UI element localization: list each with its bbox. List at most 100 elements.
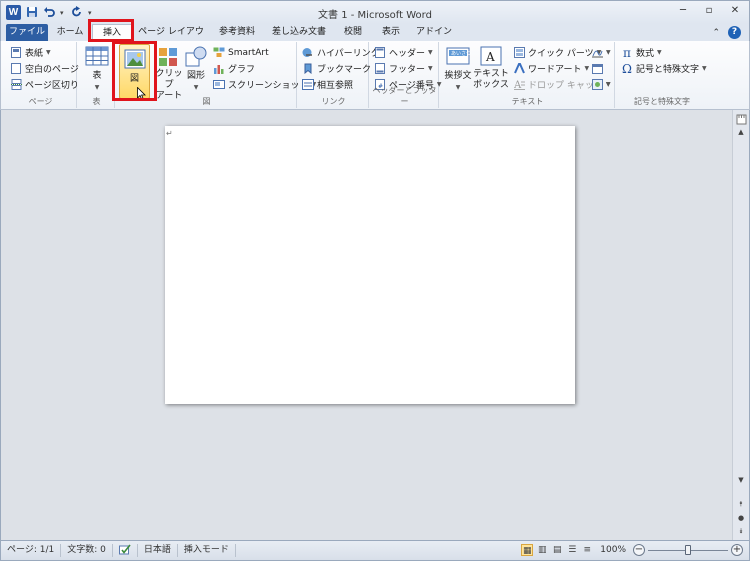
textbox-icon: A xyxy=(478,45,504,69)
quick-parts-label: クイック パーツ xyxy=(528,49,594,59)
status-bar: ページ: 1/1 文字数: 0 日本語 挿入モード ▦ ▥ ▤ ☰ ≡ 100%… xyxy=(0,540,750,561)
symbol-label: 記号と特殊文字 xyxy=(636,65,700,75)
dropdown-arrow-icon: ▼ xyxy=(428,49,433,56)
omega-icon: Ω xyxy=(622,61,632,76)
tab-references[interactable]: 参考資料 xyxy=(213,24,261,41)
insert-mode-indicator[interactable]: 挿入モード xyxy=(178,544,236,557)
clipart-button[interactable]: クリップ アート xyxy=(154,45,184,102)
hyperlink-button[interactable]: ハイパーリンク xyxy=(302,45,380,60)
equation-button[interactable]: π 数式 ▼ xyxy=(621,45,662,60)
language-indicator[interactable]: 日本語 xyxy=(138,544,178,557)
ruler-toggle-icon[interactable] xyxy=(735,114,747,126)
dropdown-arrow-icon: ▼ xyxy=(606,49,611,56)
blank-page-icon xyxy=(10,62,22,75)
dropdown-arrow-icon: ▼ xyxy=(606,81,611,88)
table-icon xyxy=(84,45,110,69)
ribbon-right-icons: ⌃ ? xyxy=(712,26,741,39)
table-label: 表 xyxy=(92,71,102,81)
signature-line-button[interactable]: ▼ xyxy=(591,45,611,60)
web-layout-view-icon[interactable]: ▤ xyxy=(551,544,563,556)
dropdown-arrow-icon: ▼ xyxy=(657,49,662,56)
zoom-slider[interactable] xyxy=(648,544,728,556)
group-label-links: リンク xyxy=(321,97,346,106)
scroll-up-icon[interactable]: ▲ xyxy=(733,126,749,138)
footer-button[interactable]: フッター ▼ xyxy=(374,61,433,76)
chart-button[interactable]: グラフ xyxy=(213,61,255,76)
date-time-button[interactable] xyxy=(591,61,603,76)
smartart-label: SmartArt xyxy=(228,47,269,58)
zoom-out-icon[interactable]: − xyxy=(633,544,645,556)
footer-icon xyxy=(374,62,386,75)
wordart-label: ワードアート xyxy=(528,65,582,75)
vertical-scrollbar[interactable]: ▲ ▼ ⯭ ● ⯯ xyxy=(732,110,750,540)
dropdown-arrow-icon: ▼ xyxy=(94,84,100,91)
dropdown-arrow-icon: ▼ xyxy=(193,84,199,91)
quick-parts-button[interactable]: クイック パーツ ▼ xyxy=(513,45,601,60)
tab-insert[interactable]: 挿入 xyxy=(92,24,132,41)
view-zoom-controls: ▦ ▥ ▤ ☰ ≡ 100% − + xyxy=(521,544,743,556)
dropdown-arrow-icon: ▼ xyxy=(584,65,590,72)
minimize-ribbon-icon[interactable]: ⌃ xyxy=(712,28,720,38)
blank-page-label: 空白のページ xyxy=(25,65,79,75)
page-break-icon xyxy=(10,78,22,91)
help-icon[interactable]: ? xyxy=(728,26,741,39)
previous-page-icon[interactable]: ⯭ xyxy=(733,498,749,510)
cross-reference-button[interactable]: 相互参照 xyxy=(302,77,353,92)
group-text: あいさつ 挨拶文 ▼ A テキスト ボックス クイック パーツ ▼ ワードアート ▼ … xyxy=(441,42,615,108)
page-break-button[interactable]: ページ区切り xyxy=(10,77,79,92)
insert-object-icon xyxy=(591,78,603,91)
header-button[interactable]: ヘッダー ▼ xyxy=(374,45,433,60)
proofing-icon[interactable] xyxy=(113,544,138,557)
tab-file[interactable]: ファイル xyxy=(6,24,48,41)
smartart-button[interactable]: SmartArt xyxy=(213,45,269,60)
greeting-button[interactable]: あいさつ 挨拶文 ▼ xyxy=(443,45,473,93)
screenshot-icon xyxy=(213,79,225,91)
close-button[interactable]: ✕ xyxy=(729,5,741,17)
table-button[interactable]: 表 ▼ xyxy=(83,45,111,93)
cover-page-button[interactable]: 表紙 ▼ xyxy=(10,45,51,60)
tab-view[interactable]: 表示 xyxy=(375,24,407,41)
tab-home[interactable]: ホーム xyxy=(53,24,87,41)
page-count[interactable]: ページ: 1/1 xyxy=(1,544,62,557)
tab-addins[interactable]: アドイン xyxy=(415,24,453,41)
zoom-slider-thumb[interactable] xyxy=(685,545,691,555)
picture-button[interactable]: 図 xyxy=(119,44,150,101)
tab-mailings[interactable]: 差し込み文書 xyxy=(269,24,329,41)
zoom-in-icon[interactable]: + xyxy=(731,544,743,556)
dropdown-arrow-icon: ▼ xyxy=(702,65,707,72)
insert-object-button[interactable]: ▼ xyxy=(591,77,611,92)
dropdown-arrow-icon: ▼ xyxy=(46,49,51,56)
shapes-icon xyxy=(183,45,209,69)
document-page[interactable]: ↵ xyxy=(165,126,575,404)
window-controls: ─ ▫ ✕ xyxy=(677,5,741,17)
bookmark-button[interactable]: ブックマーク xyxy=(302,61,371,76)
zoom-level[interactable]: 100% xyxy=(596,545,630,555)
group-links: ハイパーリンク ブックマーク 相互参照 リンク xyxy=(299,42,380,108)
group-header-footer: ヘッダー ▼ フッター ▼ # ページ番号 ▼ ヘッダーとフッター xyxy=(371,42,441,108)
outline-view-icon[interactable]: ☰ xyxy=(566,544,578,556)
word-count[interactable]: 文字数: 0 xyxy=(61,544,113,557)
tab-review[interactable]: 校閲 xyxy=(337,24,369,41)
cover-page-label: 表紙 xyxy=(25,49,44,59)
restore-button[interactable]: ▫ xyxy=(703,5,715,17)
blank-page-button[interactable]: 空白のページ xyxy=(10,61,79,76)
full-screen-reading-view-icon[interactable]: ▥ xyxy=(536,544,548,556)
dropdown-arrow-icon: ▼ xyxy=(428,65,433,72)
chart-label: グラフ xyxy=(228,65,256,75)
wordart-button[interactable]: ワードアート ▼ xyxy=(513,61,589,76)
shapes-button[interactable]: 図形 ▼ xyxy=(183,45,209,93)
next-page-icon[interactable]: ⯯ xyxy=(733,525,749,537)
print-layout-view-icon[interactable]: ▦ xyxy=(521,544,534,556)
tab-page-layout[interactable]: ページ レイアウト xyxy=(136,24,206,53)
svg-text:A: A xyxy=(514,80,522,90)
chart-icon xyxy=(213,63,225,75)
symbol-button[interactable]: Ω 記号と特殊文字 ▼ xyxy=(621,61,707,76)
browse-object-icon[interactable]: ● xyxy=(733,512,749,524)
textbox-button[interactable]: A テキスト ボックス xyxy=(473,45,509,91)
scroll-down-icon[interactable]: ▼ xyxy=(733,474,749,486)
title-bar: W ▾ ▾ 文書 1 - Microsoft Word ─ ▫ ✕ xyxy=(0,0,750,24)
drop-cap-icon: A xyxy=(513,79,525,91)
group-label-pages: ページ xyxy=(28,97,53,106)
minimize-button[interactable]: ─ xyxy=(677,5,689,17)
draft-view-icon[interactable]: ≡ xyxy=(581,544,593,556)
